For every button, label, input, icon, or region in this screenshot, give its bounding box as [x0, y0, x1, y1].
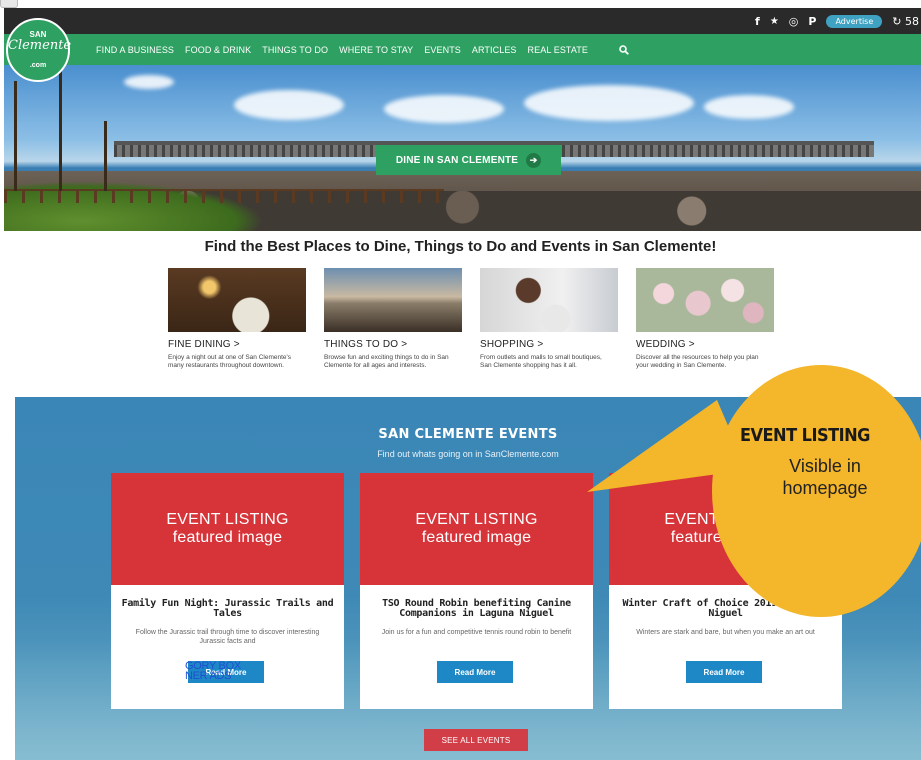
- site-logo[interactable]: SAN Clemente .com: [6, 18, 72, 82]
- instagram-icon[interactable]: ◎: [789, 15, 799, 28]
- hero-banner: DINE IN SAN CLEMENTE ➔: [4, 65, 921, 231]
- arrow-right-icon: ➔: [526, 152, 542, 168]
- logo-line-com: .com: [29, 62, 47, 69]
- search-icon: [619, 44, 629, 55]
- shopping-image[interactable]: [480, 268, 618, 332]
- category-title[interactable]: FINE DINING >: [168, 339, 306, 350]
- top-social-bar: f ★ ◎ P Advertise ↻ 58: [4, 8, 921, 34]
- event-card[interactable]: EVENT LISTING featured image TSO Round R…: [360, 473, 593, 709]
- event-title[interactable]: Family Fun Night: Jurassic Trails and Ta…: [119, 599, 336, 619]
- category-title[interactable]: SHOPPING >: [480, 339, 618, 350]
- search-button[interactable]: [611, 38, 637, 61]
- main-nav: FIND A BUSINESS FOOD & DRINK THINGS TO D…: [4, 34, 921, 65]
- logo-line-clemente: Clemente: [8, 38, 72, 53]
- callout-line-2: homepage: [782, 478, 868, 498]
- read-more-button[interactable]: Read More: [686, 661, 762, 683]
- pinterest-icon[interactable]: P: [808, 15, 816, 28]
- category-fine-dining[interactable]: FINE DINING > Enjoy a night out at one o…: [168, 268, 306, 369]
- things-to-do-image[interactable]: [324, 268, 462, 332]
- read-more-button[interactable]: Read More: [437, 661, 513, 683]
- event-title[interactable]: TSO Round Robin benefiting Canine Compan…: [368, 599, 585, 619]
- twitter-icon[interactable]: ★: [770, 16, 779, 27]
- nav-find-a-business[interactable]: FIND A BUSINESS: [96, 45, 174, 55]
- event-image-sublabel: featured image: [172, 529, 283, 546]
- see-all-events-button[interactable]: SEE ALL EVENTS: [424, 729, 528, 751]
- advertise-button[interactable]: Advertise: [826, 14, 883, 28]
- event-featured-image[interactable]: EVENT LISTING featured image: [360, 473, 593, 585]
- category-title[interactable]: THINGS TO DO >: [324, 339, 462, 350]
- overlap-text: GORY BOX NER ADS: [185, 660, 241, 682]
- nav-where-to-stay[interactable]: WHERE TO STAY: [339, 45, 413, 55]
- event-featured-image[interactable]: EVENT LISTING featured image: [111, 473, 344, 585]
- nav-events[interactable]: EVENTS: [424, 45, 461, 55]
- event-image-sublabel: featured image: [421, 529, 532, 546]
- category-desc: Enjoy a night out at one of San Clemente…: [168, 354, 292, 369]
- browser-tab-chip[interactable]: [0, 0, 18, 8]
- category-title[interactable]: WEDDING >: [636, 339, 774, 350]
- category-desc: Discover all the resources to help you p…: [636, 354, 759, 369]
- nav-articles[interactable]: ARTICLES: [472, 45, 517, 55]
- social-links: f ★ ◎ P Advertise ↻ 58: [755, 8, 921, 34]
- category-desc: From outlets and malls to small boutique…: [480, 354, 602, 369]
- fine-dining-image[interactable]: [168, 268, 306, 332]
- nav-real-estate[interactable]: REAL ESTATE: [528, 45, 588, 55]
- callout-line-1: Visible in: [789, 456, 861, 476]
- event-desc: Follow the Jurassic trail through time t…: [135, 629, 320, 645]
- category-shopping[interactable]: SHOPPING > From outlets and malls to sma…: [480, 268, 618, 369]
- dine-button-label: DINE IN SAN CLEMENTE: [395, 154, 519, 166]
- category-things-to-do[interactable]: THINGS TO DO > Browse fun and exciting t…: [324, 268, 462, 369]
- facebook-icon[interactable]: f: [755, 15, 760, 28]
- weather-icon: ↻: [892, 14, 902, 28]
- callout-text: Visible in homepage: [750, 455, 900, 499]
- page-headline: Find the Best Places to Dine, Things to …: [204, 238, 717, 255]
- category-desc: Browse fun and exciting things to do in …: [324, 354, 449, 369]
- weather-widget: ↻ 58: [892, 15, 921, 28]
- event-desc: Join us for a fun and competitive tennis…: [381, 629, 572, 636]
- event-card[interactable]: EVENT LISTING featured image Family Fun …: [111, 473, 344, 709]
- event-image-label: EVENT LISTING: [166, 511, 289, 528]
- nav-food-drink[interactable]: FOOD & DRINK: [185, 45, 251, 55]
- event-image-label: EVENT LISTING: [415, 511, 538, 528]
- callout-title: EVENT LISTING: [740, 425, 870, 446]
- weather-temp: 58: [905, 14, 919, 28]
- dine-in-san-clemente-button[interactable]: DINE IN SAN CLEMENTE ➔: [376, 145, 561, 175]
- wedding-image[interactable]: [636, 268, 774, 332]
- nav-things-to-do[interactable]: THINGS TO DO: [262, 45, 328, 55]
- event-desc: Winters are stark and bare, but when you…: [636, 629, 815, 636]
- category-wedding[interactable]: WEDDING > Discover all the resources to …: [636, 268, 774, 369]
